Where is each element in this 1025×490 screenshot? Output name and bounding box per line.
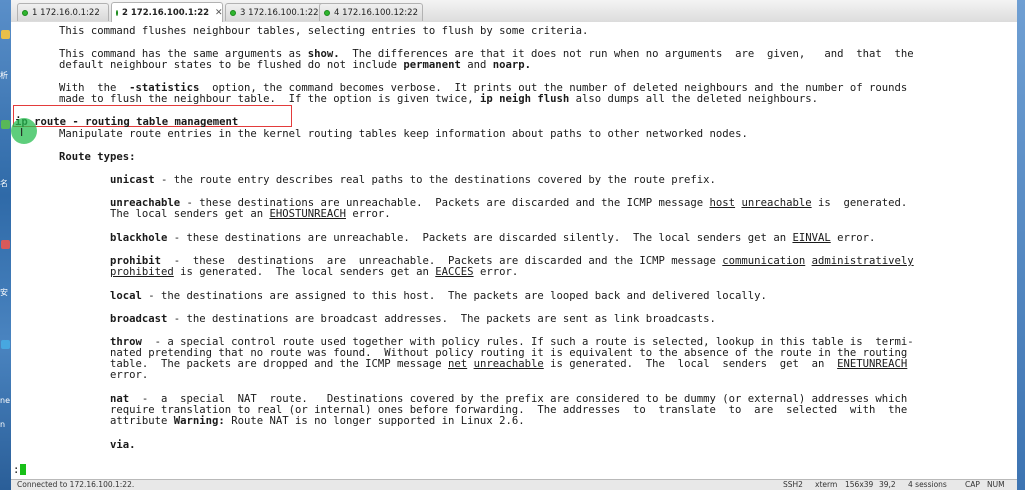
- tab-session-2[interactable]: 2 172.16.100.1:22 ✕: [111, 2, 223, 22]
- desktop-label: 名: [0, 179, 8, 188]
- connected-status-icon: [324, 9, 330, 16]
- man-line: made to flush the neighbour table. If th…: [59, 93, 818, 105]
- tab-label: 2 172.16.100.1:22: [122, 7, 210, 18]
- session-tab-bar: 1 172.16.0.1:22 2 172.16.100.1:22 ✕ 3 17…: [11, 0, 1017, 23]
- route-type-local: local - the destinations are assigned to…: [110, 290, 767, 302]
- route-type-broadcast: broadcast - the destinations are broadca…: [110, 313, 716, 325]
- man-line: The local senders get an EHOSTUNREACH er…: [110, 208, 391, 220]
- terminal-caret: [20, 464, 27, 475]
- cursor-position: 39,2: [879, 480, 896, 489]
- connected-status-icon: [116, 9, 118, 16]
- desktop-label: 安: [0, 288, 8, 297]
- connected-status-icon: [230, 9, 236, 16]
- man-line: attribute Warning: Route NAT is no longe…: [110, 415, 525, 427]
- route-type-unicast: unicast - the route entry describes real…: [110, 174, 716, 186]
- desktop-app-icon[interactable]: [1, 240, 10, 249]
- route-type-blackhole: blackhole - these destinations are unrea…: [110, 232, 876, 244]
- desktop-left-strip: 析 名 安 ne n: [0, 0, 11, 490]
- tab-session-4[interactable]: 4 172.16.100.12:22: [319, 3, 423, 21]
- desktop-right-strip: [1017, 0, 1025, 490]
- mouse-highlight-circle: [11, 118, 37, 144]
- protocol-indicator: SSH2: [783, 480, 803, 489]
- section-title: ip route - routing table management: [15, 116, 239, 128]
- terminal-size: 156x39: [845, 480, 874, 489]
- tab-session-3[interactable]: 3 172.16.100.1:22: [225, 3, 325, 21]
- desktop-app-icon[interactable]: [1, 340, 10, 349]
- caps-indicator: CAP: [965, 480, 980, 489]
- route-type-via: via.: [110, 439, 136, 451]
- tab-label: 3 172.16.100.1:22: [240, 7, 319, 18]
- tab-label: 4 172.16.100.12:22: [334, 7, 418, 18]
- text-cursor-icon: I: [20, 126, 24, 139]
- close-tab-icon[interactable]: ✕: [209, 8, 223, 18]
- connected-status-icon: [22, 9, 28, 16]
- terminal-output[interactable]: This command flushes neighbour tables, s…: [11, 22, 1017, 480]
- desktop-label: ne: [0, 396, 10, 405]
- section-description: Manipulate route entries in the kernel r…: [59, 128, 748, 140]
- session-count: 4 sessions: [908, 480, 947, 489]
- desktop-folder-icon[interactable]: [1, 30, 10, 39]
- terminal-type: xterm: [815, 480, 838, 489]
- man-line: default neighbour states to be flushed d…: [59, 59, 531, 71]
- pager-prompt[interactable]: :: [13, 464, 27, 476]
- desktop-label: n: [0, 420, 6, 429]
- man-line: prohibited is generated. The local sende…: [110, 266, 519, 278]
- route-types-heading: Route types:: [59, 151, 136, 163]
- tab-session-1[interactable]: 1 172.16.0.1:22: [17, 3, 109, 21]
- tab-label: 1 172.16.0.1:22: [32, 7, 100, 18]
- status-bar: Connected to 172.16.100.1:22. SSH2 xterm…: [11, 479, 1017, 490]
- connection-status: Connected to 172.16.100.1:22.: [17, 480, 135, 489]
- desktop-label: 析: [0, 71, 8, 80]
- num-indicator: NUM: [987, 480, 1005, 489]
- man-line: error.: [110, 369, 149, 381]
- desktop-app-icon[interactable]: [1, 120, 10, 129]
- man-line: table. The packets are dropped and the I…: [110, 358, 908, 370]
- man-line: This command flushes neighbour tables, s…: [59, 25, 589, 37]
